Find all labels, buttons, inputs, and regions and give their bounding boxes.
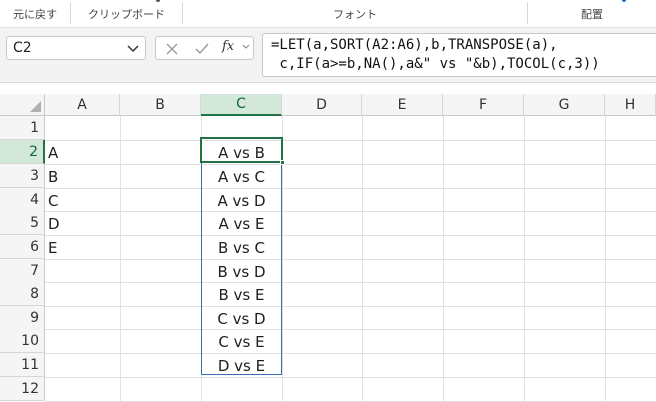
row-header-10[interactable]: 10 [0,329,45,353]
cancel-icon[interactable] [164,41,180,57]
column-header-h[interactable]: H [605,94,656,116]
cell-a4[interactable]: C [45,189,120,212]
row-header-8[interactable]: 8 [0,282,45,306]
row-header-4[interactable]: 4 [0,188,45,212]
fill-handle[interactable] [280,160,285,165]
active-cell-border [200,137,283,163]
formula-input[interactable]: =LET(a,SORT(A2:A6),b,TRANSPOSE(a), c,IF(… [262,33,656,77]
formula-line-2[interactable]: c,IF(a>=b,NA(),a&" vs "&b),TOCOL(c,3)) [271,56,599,72]
row-header-5[interactable]: 5 [0,211,45,235]
gridline [45,140,656,141]
formula-controls: fx [155,36,254,60]
name-box-value[interactable]: C2 [13,40,32,56]
row-header-7[interactable]: 7 [0,259,45,283]
column-header-b[interactable]: B [120,94,201,116]
select-all-triangle-icon [30,101,41,112]
chevron-down-icon[interactable] [125,40,141,56]
enter-check-icon[interactable] [194,41,210,57]
column-header-d[interactable]: D [282,94,362,116]
row-header-12[interactable]: 12 [0,377,45,401]
formula-divider [0,82,656,94]
cell-a2[interactable]: A [45,141,120,164]
row-header-6[interactable]: 6 [0,235,45,259]
chevron-down-icon[interactable] [242,43,250,51]
ribbon-group-alignment[interactable]: 配置 [528,0,656,28]
name-box[interactable]: C2 [6,36,146,60]
ribbon: 元に戻す クリップボード フォント 配置 [0,0,656,28]
gridline [45,306,656,307]
column-header-g[interactable]: G [524,94,605,116]
gridline [45,235,656,236]
worksheet-grid[interactable]: A B C D E F G H 1 2 3 4 5 6 7 8 9 10 11 … [0,94,656,402]
ribbon-group-undo[interactable]: 元に戻す [0,0,70,28]
column-header-c[interactable]: C [201,94,282,116]
gridline [45,329,656,330]
gridline [45,259,656,260]
gridline [45,188,656,189]
row-header-1[interactable]: 1 [0,116,45,140]
column-header-a[interactable]: A [45,94,120,116]
column-header-f[interactable]: F [443,94,524,116]
gridline [45,353,656,354]
cell-a6[interactable]: E [45,236,120,259]
gridline [45,211,656,212]
ribbon-group-font[interactable]: フォント [183,0,527,28]
column-header-e[interactable]: E [362,94,443,116]
spill-range-border [201,138,282,375]
row-header-3[interactable]: 3 [0,164,45,188]
gridline [45,282,656,283]
cell-a5[interactable]: D [45,212,120,235]
insert-function-icon[interactable]: fx [222,39,234,54]
select-all-button[interactable] [0,94,45,116]
row-header-11[interactable]: 11 [0,353,45,377]
ribbon-group-clipboard[interactable]: クリップボード [71,0,182,28]
row-header-2[interactable]: 2 [0,140,45,164]
cell-a3[interactable]: B [45,165,120,188]
formula-line-1[interactable]: =LET(a,SORT(A2:A6),b,TRANSPOSE(a), [271,37,558,53]
row-header-9[interactable]: 9 [0,306,45,330]
gridline [45,164,656,165]
gridline [45,377,656,378]
